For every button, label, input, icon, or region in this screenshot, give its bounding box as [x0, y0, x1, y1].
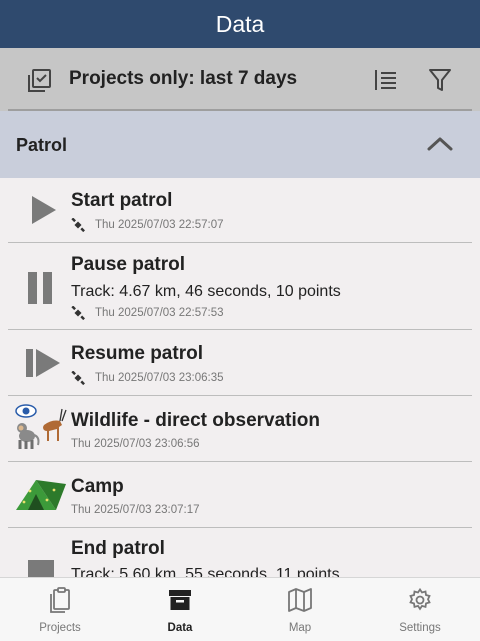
satellite-icon: [71, 218, 85, 232]
filter-label[interactable]: Projects only: last 7 days: [69, 68, 297, 90]
list-item[interactable]: Camp Thu 2025/07/03 23:07:17: [0, 462, 480, 528]
tent-icon: [14, 476, 68, 517]
item-timestamp: Thu 2025/07/03 22:57:53: [95, 307, 224, 319]
wildlife-icon: [14, 403, 68, 456]
filter-icon[interactable]: [426, 66, 454, 99]
select-projects-icon[interactable]: [24, 66, 54, 101]
item-timestamp: Thu 2025/07/03 23:07:17: [71, 504, 200, 516]
item-title: Camp: [71, 476, 124, 497]
sort-list-icon[interactable]: [372, 66, 400, 99]
item-detail: Track: 5.60 km, 55 seconds, 11 points: [71, 566, 340, 577]
item-meta: Thu 2025/07/03 23:06:56: [71, 438, 200, 450]
play-icon: [16, 192, 60, 233]
section-header-patrol[interactable]: Patrol: [0, 111, 480, 178]
item-meta: Thu 2025/07/03 23:06:35: [71, 371, 224, 385]
observation-list[interactable]: Start patrol Thu 2025/07/03 22:57:07 Pau…: [0, 178, 480, 577]
list-item[interactable]: End patrol Track: 5.60 km, 55 seconds, 1…: [0, 528, 480, 577]
list-item[interactable]: Start patrol Thu 2025/07/03 22:57:07: [0, 178, 480, 243]
gear-icon: [409, 587, 431, 611]
item-title: Wildlife - direct observation: [71, 410, 320, 431]
nav-projects[interactable]: Projects: [0, 578, 120, 641]
nav-label: Map: [288, 622, 312, 634]
list-item[interactable]: Pause patrol Track: 4.67 km, 46 seconds,…: [0, 243, 480, 330]
stop-icon: [16, 556, 60, 577]
bottom-navigation: Projects Data Map Settings: [0, 577, 480, 641]
item-title: Resume patrol: [71, 343, 203, 364]
item-title: Start patrol: [71, 190, 173, 211]
satellite-icon: [71, 371, 85, 385]
pause-icon: [16, 268, 60, 313]
app-bar: Data: [0, 0, 480, 48]
list-item[interactable]: Wildlife - direct observation Thu 2025/0…: [0, 396, 480, 462]
item-timestamp: Thu 2025/07/03 23:06:56: [71, 438, 200, 450]
page-title: Data: [215, 10, 265, 37]
chevron-up-icon[interactable]: [427, 135, 453, 158]
item-title: Pause patrol: [71, 254, 186, 275]
section-title: Patrol: [16, 135, 68, 155]
item-detail: Track: 4.67 km, 46 seconds, 10 points: [71, 283, 341, 300]
clipboard-icon: [50, 587, 70, 613]
nav-settings[interactable]: Settings: [360, 578, 480, 641]
item-meta: Thu 2025/07/03 22:57:07: [71, 218, 224, 232]
nav-data[interactable]: Data: [120, 578, 240, 641]
filter-bar: Projects only: last 7 days: [0, 48, 480, 111]
item-timestamp: Thu 2025/07/03 22:57:07: [95, 219, 224, 231]
satellite-icon: [71, 306, 85, 320]
archive-box-icon: [169, 590, 191, 610]
resume-icon: [16, 345, 60, 386]
item-meta: Thu 2025/07/03 22:57:53: [71, 306, 224, 320]
item-title: End patrol: [71, 538, 165, 559]
nav-label: Settings: [399, 622, 441, 634]
nav-label: Projects: [39, 622, 81, 634]
map-icon: [288, 588, 312, 612]
list-item[interactable]: Resume patrol Thu 2025/07/03 23:06:35: [0, 330, 480, 396]
item-meta: Thu 2025/07/03 23:07:17: [71, 504, 200, 516]
nav-label: Data: [167, 622, 193, 634]
nav-map[interactable]: Map: [240, 578, 360, 641]
item-timestamp: Thu 2025/07/03 23:06:35: [95, 372, 224, 384]
